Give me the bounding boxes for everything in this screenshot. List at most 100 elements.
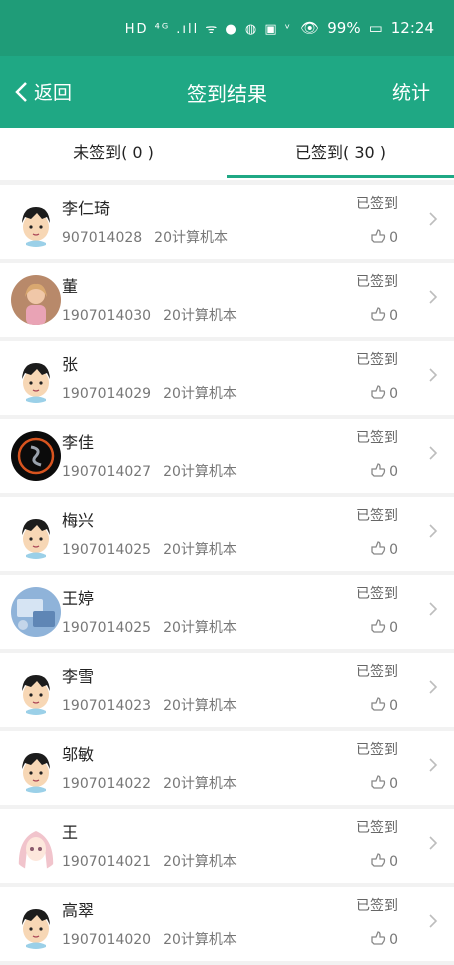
- like-icon: [369, 695, 387, 717]
- student-list: 李仁琦 907014028 20计算机本 已签到 0 董 1907014030 20…: [0, 185, 454, 965]
- eye-icon: 👁: [300, 19, 320, 37]
- chevron-right-icon: [428, 211, 438, 227]
- chevron-right-icon: [428, 601, 438, 617]
- chevron-right-icon: [428, 835, 438, 851]
- like-button[interactable]: 0: [369, 461, 398, 483]
- student-meta: 1907014030 20计算机本: [62, 305, 237, 325]
- like-button[interactable]: 0: [369, 227, 398, 249]
- chevron-right-icon: [428, 445, 438, 461]
- like-button[interactable]: 0: [369, 695, 398, 717]
- student-meta: 1907014029 20计算机本: [62, 383, 237, 403]
- checkin-status: 已签到: [356, 430, 398, 446]
- like-count: 0: [389, 698, 398, 714]
- chevron-right-icon: [428, 757, 438, 773]
- student-class: 20计算机本: [163, 698, 237, 714]
- like-icon: [369, 305, 387, 327]
- like-count: 0: [389, 776, 398, 792]
- like-button[interactable]: 0: [369, 773, 398, 795]
- tab-bar: 未签到( 0 ) 已签到( 30 ): [0, 128, 454, 180]
- checkin-status: 已签到: [356, 508, 398, 524]
- student-class: 20计算机本: [163, 386, 237, 402]
- checkin-status: 已签到: [356, 898, 398, 914]
- student-meta: 1907014027 20计算机本: [62, 461, 237, 481]
- student-row[interactable]: 李佳 1907014027 20计算机本 已签到 0: [0, 419, 454, 493]
- student-class: 20计算机本: [163, 776, 237, 792]
- checkin-status: 已签到: [356, 742, 398, 758]
- like-icon: [369, 227, 387, 249]
- chevron-right-icon: [428, 679, 438, 695]
- student-class: 20计算机本: [163, 932, 237, 948]
- student-name: 高翠: [62, 901, 95, 920]
- tab-not-signed[interactable]: 未签到( 0 ): [0, 128, 227, 180]
- student-row[interactable]: 董 1907014030 20计算机本 已签到 0: [0, 263, 454, 337]
- student-name: 邬敏: [62, 745, 95, 764]
- like-count: 0: [389, 386, 398, 402]
- student-row[interactable]: 邬敏 1907014022 20计算机本 已签到 0: [0, 731, 454, 805]
- checkin-status: 已签到: [356, 586, 398, 602]
- chevron-right-icon: [428, 367, 438, 383]
- tab-signed[interactable]: 已签到( 30 ): [227, 128, 454, 180]
- like-icon: [369, 383, 387, 405]
- student-meta: 1907014021 20计算机本: [62, 851, 237, 871]
- like-icon: [369, 461, 387, 483]
- like-count: 0: [389, 932, 398, 948]
- checkin-status: 已签到: [356, 274, 398, 290]
- like-count: 0: [389, 854, 398, 870]
- student-class: 20计算机本: [163, 542, 237, 558]
- checkin-status: 已签到: [356, 664, 398, 680]
- chevron-right-icon: [428, 523, 438, 539]
- like-button[interactable]: 0: [369, 383, 398, 405]
- clock: 12:24: [390, 19, 434, 37]
- checkin-status: 已签到: [356, 820, 398, 836]
- student-id: 1907014022: [62, 776, 152, 792]
- like-count: 0: [389, 464, 398, 480]
- student-class: 20计算机本: [154, 230, 228, 246]
- student-row[interactable]: 梅兴 1907014025 20计算机本 已签到 0: [0, 497, 454, 571]
- like-count: 0: [389, 308, 398, 324]
- student-id: 1907014023: [62, 698, 152, 714]
- student-name: 王: [62, 823, 79, 842]
- like-count: 0: [389, 542, 398, 558]
- status-icons: HD ⁴ᴳ .ıll ᯤ ● ◍ ▣ ᵛ: [124, 22, 293, 37]
- student-row[interactable]: 李仁琦 907014028 20计算机本 已签到 0: [0, 185, 454, 259]
- like-button[interactable]: 0: [369, 539, 398, 561]
- nav-bar: 返回 签到结果 统计: [0, 56, 454, 128]
- avatar: [11, 743, 61, 793]
- student-name: 董: [62, 277, 79, 296]
- like-button[interactable]: 0: [369, 929, 398, 951]
- like-button[interactable]: 0: [369, 617, 398, 639]
- student-row[interactable]: 王 1907014021 20计算机本 已签到 0: [0, 809, 454, 883]
- avatar: [11, 431, 61, 481]
- student-row[interactable]: 张 1907014029 20计算机本 已签到 0: [0, 341, 454, 415]
- student-class: 20计算机本: [163, 620, 237, 636]
- page-title: 签到结果: [187, 82, 267, 106]
- avatar: [11, 587, 61, 637]
- avatar: [11, 509, 61, 559]
- like-button[interactable]: 0: [369, 305, 398, 327]
- like-button[interactable]: 0: [369, 851, 398, 873]
- like-count: 0: [389, 620, 398, 636]
- like-count: 0: [389, 230, 398, 246]
- student-meta: 1907014023 20计算机本: [62, 695, 237, 715]
- battery-percent: 99%: [327, 19, 361, 37]
- student-id: 1907014020: [62, 932, 152, 948]
- stats-button[interactable]: 统计: [392, 78, 430, 105]
- student-row[interactable]: 王婷 1907014025 20计算机本 已签到 0: [0, 575, 454, 649]
- avatar: [11, 821, 61, 871]
- student-row[interactable]: 李雪 1907014023 20计算机本 已签到 0: [0, 653, 454, 727]
- status-bar: HD ⁴ᴳ .ıll ᯤ ● ◍ ▣ ᵛ 👁 99% ▭ 12:24: [0, 0, 454, 56]
- student-id: 1907014030: [62, 308, 152, 324]
- student-id: 1907014025: [62, 542, 152, 558]
- student-meta: 1907014022 20计算机本: [62, 773, 237, 793]
- student-id: 1907014029: [62, 386, 152, 402]
- student-meta: 907014028 20计算机本: [62, 227, 228, 247]
- like-icon: [369, 851, 387, 873]
- student-class: 20计算机本: [163, 464, 237, 480]
- student-name: 王婷: [62, 589, 95, 608]
- student-row[interactable]: 高翠 1907014020 20计算机本 已签到 0: [0, 887, 454, 961]
- student-name: 李佳: [62, 433, 95, 452]
- student-class: 20计算机本: [163, 854, 237, 870]
- student-id: 1907014025: [62, 620, 152, 636]
- chevron-right-icon: [428, 289, 438, 305]
- student-name: 李仁琦: [62, 199, 111, 218]
